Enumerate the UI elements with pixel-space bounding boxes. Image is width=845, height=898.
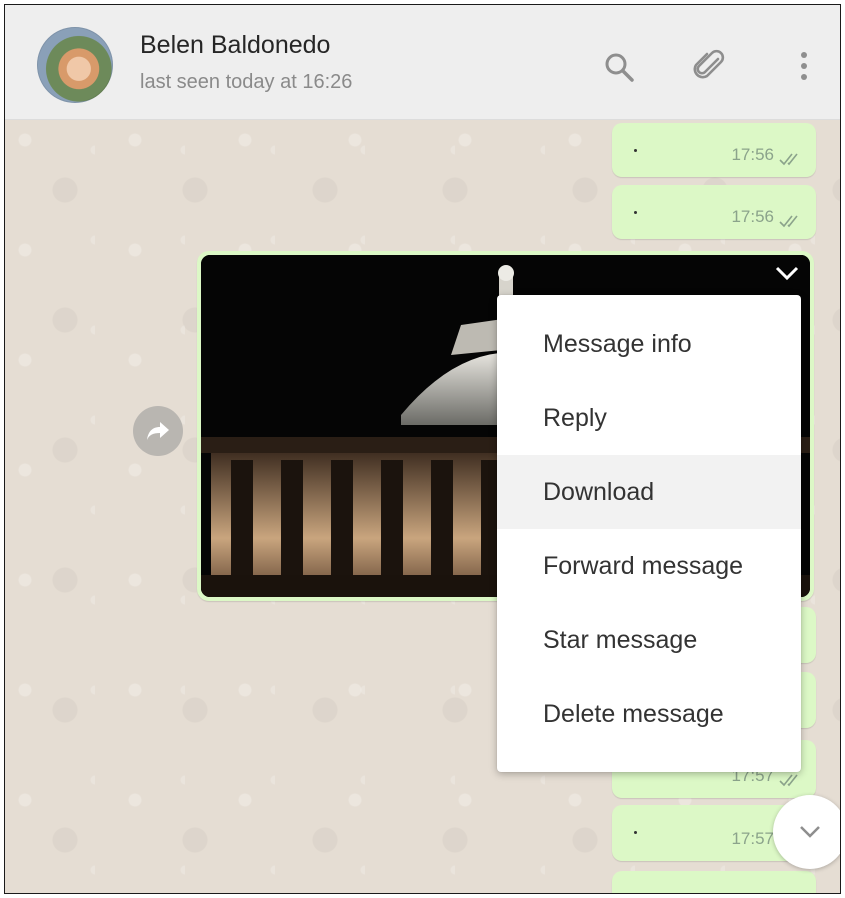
contact-name[interactable]: Belen Baldonedo [140, 31, 330, 60]
last-seen-status: last seen today at 16:26 [140, 71, 353, 93]
message-time: 17:56 [731, 207, 774, 226]
menu-item-reply[interactable]: Reply [497, 381, 801, 455]
menu-item-download[interactable]: Download [497, 455, 801, 529]
menu-item-delete-message[interactable]: Delete message [497, 677, 801, 751]
forward-button[interactable] [133, 406, 183, 456]
chat-window: Belen Baldonedo last seen today at 16:26 [4, 4, 841, 894]
message-bubble[interactable]: 17:56 [612, 185, 816, 239]
chevron-down-icon [800, 826, 820, 838]
message-bubble[interactable] [612, 871, 816, 893]
menu-icon[interactable] [784, 47, 824, 87]
message-text [634, 831, 637, 834]
message-time: 17:56 [731, 145, 774, 164]
attach-icon[interactable] [689, 47, 729, 87]
message-list[interactable]: 17:56 17:56 17:57 17:57 Message info Rep… [5, 120, 840, 893]
menu-item-forward-message[interactable]: Forward message [497, 529, 801, 603]
message-text [634, 211, 637, 214]
read-ticks-icon [779, 215, 798, 228]
menu-item-star-message[interactable]: Star message [497, 603, 801, 677]
read-ticks-icon [779, 774, 798, 787]
message-text [634, 149, 637, 152]
message-time: 17:57 [731, 829, 774, 848]
menu-item-message-info[interactable]: Message info [497, 307, 801, 381]
message-dropdown-button[interactable] [774, 265, 800, 286]
read-ticks-icon [779, 153, 798, 166]
scroll-to-bottom-button[interactable] [773, 795, 840, 869]
search-icon[interactable] [599, 47, 639, 87]
message-context-menu: Message info Reply Download Forward mess… [497, 295, 801, 772]
forward-arrow-icon [147, 422, 169, 440]
contact-avatar[interactable] [37, 27, 113, 103]
chat-header: Belen Baldonedo last seen today at 16:26 [5, 5, 840, 120]
message-bubble[interactable]: 17:56 [612, 123, 816, 177]
chevron-down-icon [775, 266, 799, 281]
